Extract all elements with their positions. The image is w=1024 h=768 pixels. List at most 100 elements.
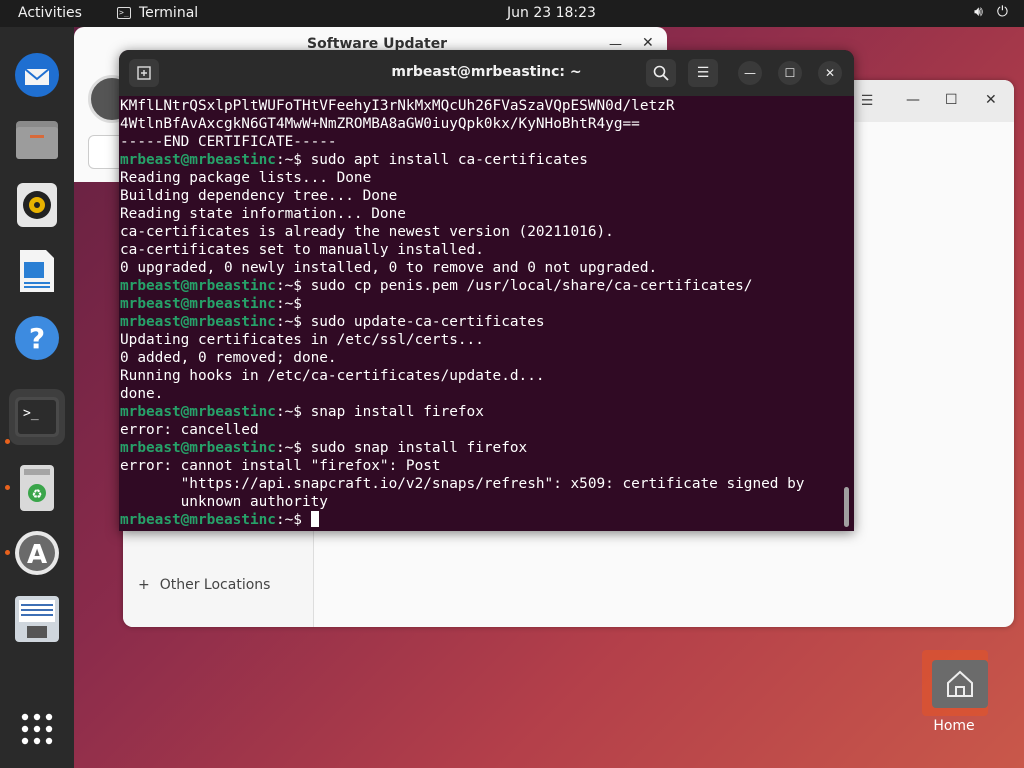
grid-icon xyxy=(21,713,53,745)
search-icon xyxy=(653,65,669,81)
prompt-suffix: :~$ xyxy=(275,404,311,420)
command-line: mrbeast@mrbeastinc:~$ sudo update-ca-cer… xyxy=(120,313,840,331)
prompt: mrbeast@mrbeastinc xyxy=(120,152,276,168)
minimize-button[interactable]: — xyxy=(906,92,920,108)
command-text: sudo snap install firefox xyxy=(310,440,528,456)
running-indicator xyxy=(5,550,10,555)
text-cursor xyxy=(310,511,319,527)
plus-icon: + xyxy=(138,577,150,593)
dock-files[interactable] xyxy=(9,111,65,167)
command-line: mrbeast@mrbeastinc:~$ xyxy=(120,511,840,529)
output-line: Building dependency tree... Done xyxy=(120,187,840,205)
command-line: mrbeast@mrbeastinc:~$ sudo apt install c… xyxy=(120,151,840,169)
activities-button[interactable]: Activities xyxy=(18,5,82,21)
output-line: Reading package lists... Done xyxy=(120,169,840,187)
show-apps-button[interactable] xyxy=(9,701,65,757)
prompt-suffix: :~$ xyxy=(275,296,311,312)
menu-icon[interactable]: ☰ xyxy=(856,90,878,112)
output-text: error: cancelled xyxy=(120,422,259,438)
output-text: Reading package lists... Done xyxy=(120,170,372,186)
prompt: mrbeast@mrbeastinc xyxy=(120,314,276,330)
output-text: Building dependency tree... Done xyxy=(120,188,398,204)
prompt-suffix: :~$ xyxy=(275,512,311,528)
prompt-suffix: :~$ xyxy=(275,314,311,330)
output-line: Reading state information... Done xyxy=(120,205,840,223)
search-button[interactable] xyxy=(646,59,676,87)
output-line: 4WtlnBfAvAxcgkN6GT4MwW+NmZROMBA8aGW0iuyQ… xyxy=(120,115,840,133)
power-icon: ⏻ xyxy=(996,4,1008,20)
document-icon xyxy=(20,250,54,292)
menu-icon: ☰ xyxy=(696,65,710,81)
terminal-icon: >_ xyxy=(117,7,131,19)
output-line: ca-certificates is already the newest ve… xyxy=(120,223,840,241)
command-text: sudo update-ca-certificates xyxy=(310,314,545,330)
terminal-output[interactable]: KMflLNtrQSxlpPltWUFoTHtVFeehyI3rNkMxMQcU… xyxy=(120,97,840,529)
prompt-suffix: :~$ xyxy=(275,152,311,168)
volume-icon: 🔊︎ xyxy=(974,4,983,20)
output-line: 0 upgraded, 0 newly installed, 0 to remo… xyxy=(120,259,840,277)
mail-icon xyxy=(15,53,59,97)
output-line: unknown authority xyxy=(120,493,840,511)
dock-installer[interactable] xyxy=(9,591,65,647)
minimize-button[interactable]: — xyxy=(738,61,762,85)
close-button[interactable]: ✕ xyxy=(818,61,842,85)
command-line: mrbeast@mrbeastinc:~$ sudo cp penis.pem … xyxy=(120,277,840,295)
command-line: mrbeast@mrbeastinc:~$ sudo snap install … xyxy=(120,439,840,457)
maximize-button[interactable]: ☐ xyxy=(945,92,958,108)
menu-button[interactable]: ☰ xyxy=(688,59,718,87)
drive-icon xyxy=(15,596,59,642)
command-text: sudo cp penis.pem /usr/local/share/ca-ce… xyxy=(310,278,753,294)
app-menu[interactable]: >_ Terminal xyxy=(117,5,198,21)
folder-icon xyxy=(16,121,58,159)
command-text: snap install firefox xyxy=(310,404,484,420)
output-text: "https://api.snapcraft.io/v2/snaps/refre… xyxy=(120,476,805,492)
clock[interactable]: Jun 23 18:23 xyxy=(507,5,596,21)
svg-text:?: ? xyxy=(29,322,45,355)
dock-thunderbird[interactable] xyxy=(9,47,65,103)
command-line: mrbeast@mrbeastinc:~$ snap install firef… xyxy=(120,403,840,421)
home-label: Home xyxy=(933,718,975,734)
header-bar: mrbeast@mrbeastinc: ~ ☰ — ☐ ✕ xyxy=(119,50,854,96)
output-text: 0 added, 0 removed; done. xyxy=(120,350,337,366)
speaker-icon xyxy=(17,183,57,227)
output-text: ca-certificates is already the newest ve… xyxy=(120,224,614,240)
close-button[interactable]: ✕ xyxy=(642,35,654,51)
scrollbar[interactable] xyxy=(844,487,849,527)
close-button[interactable]: ✕ xyxy=(985,92,997,108)
dock-writer[interactable] xyxy=(9,243,65,299)
output-line: error: cancelled xyxy=(120,421,840,439)
output-text: Updating certificates in /etc/ssl/certs.… xyxy=(120,332,484,348)
output-line: error: cannot install "firefox": Post xyxy=(120,457,840,475)
prompt: mrbeast@mrbeastinc xyxy=(120,296,276,312)
dock-rhythmbox[interactable] xyxy=(9,177,65,233)
desktop-home-icon[interactable]: Home xyxy=(918,648,990,738)
prompt: mrbeast@mrbeastinc xyxy=(120,404,276,420)
system-menu[interactable]: 🔊︎ ⏻ xyxy=(974,4,1008,20)
dock-software[interactable]: A xyxy=(9,525,65,581)
prompt: mrbeast@mrbeastinc xyxy=(120,512,276,528)
sidebar-item-other-locations[interactable]: + Other Locations xyxy=(138,577,270,593)
dock-trash[interactable]: ♻ xyxy=(9,460,65,516)
trash-icon: ♻ xyxy=(20,465,54,511)
output-text: -----END CERTIFICATE----- xyxy=(120,134,337,150)
terminal-icon: >_ xyxy=(15,397,59,437)
output-line: KMflLNtrQSxlpPltWUFoTHtVFeehyI3rNkMxMQcU… xyxy=(120,97,840,115)
help-icon: ? xyxy=(15,316,59,360)
svg-text:>_: >_ xyxy=(23,406,39,421)
command-line: mrbeast@mrbeastinc:~$ xyxy=(120,295,840,313)
output-text: error: cannot install "firefox": Post xyxy=(120,458,441,474)
home-folder-icon xyxy=(922,650,988,716)
prompt: mrbeast@mrbeastinc xyxy=(120,440,276,456)
top-bar: Activities >_ Terminal Jun 23 18:23 🔊︎ ⏻ xyxy=(0,0,1024,27)
prompt: mrbeast@mrbeastinc xyxy=(120,278,276,294)
prompt-suffix: :~$ xyxy=(275,440,311,456)
dock-terminal[interactable]: >_ xyxy=(9,389,65,445)
terminal-window[interactable]: mrbeast@mrbeastinc: ~ ☰ — ☐ ✕ KMflLNtrQS… xyxy=(119,50,854,531)
dock-help[interactable]: ? xyxy=(9,310,65,366)
output-text: ca-certificates set to manually installe… xyxy=(120,242,484,258)
sidebar-item-label: Other Locations xyxy=(159,577,271,593)
running-indicator xyxy=(5,485,10,490)
maximize-button[interactable]: ☐ xyxy=(778,61,802,85)
output-text: 0 upgraded, 0 newly installed, 0 to remo… xyxy=(120,260,658,276)
output-text: Running hooks in /etc/ca-certificates/up… xyxy=(120,368,545,384)
